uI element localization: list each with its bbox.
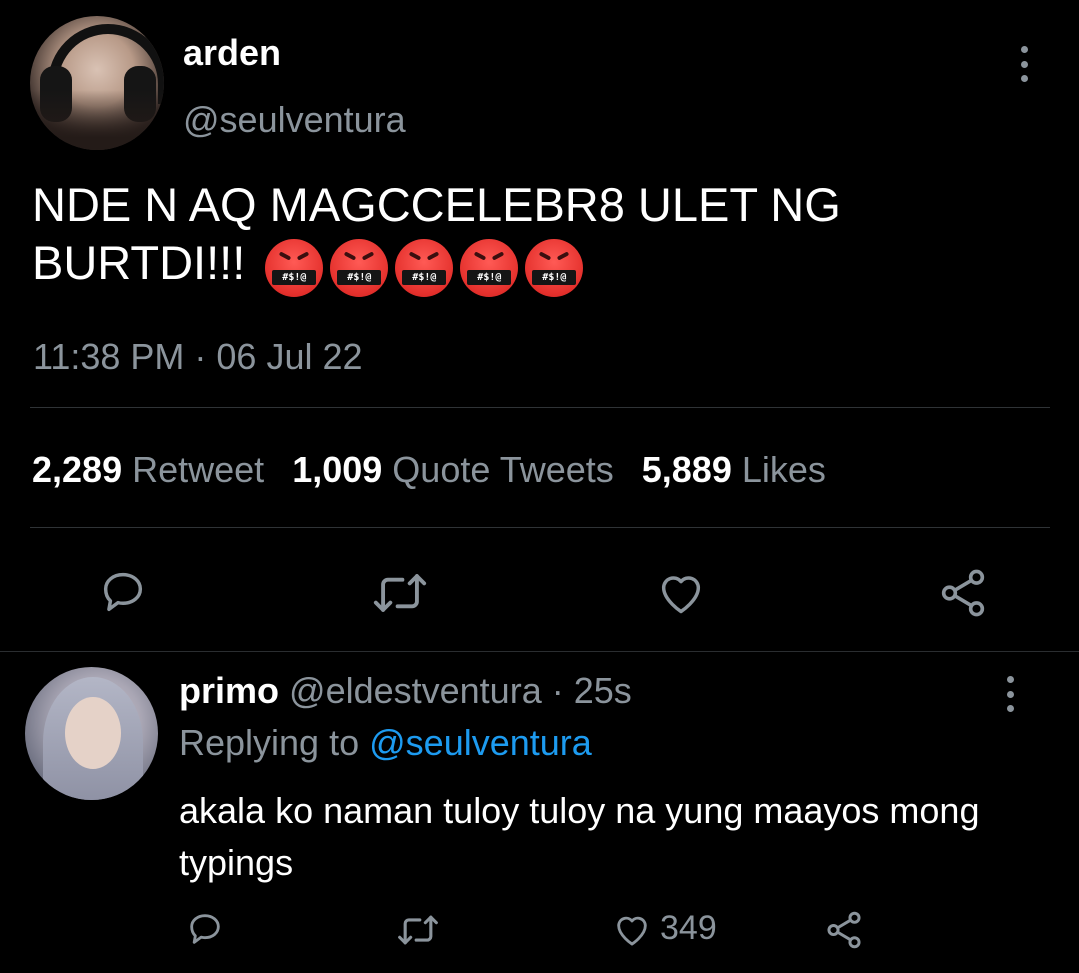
reply-separator: · [551,670,564,711]
tweet-timestamp[interactable]: 11:38 PM · 06 Jul 22 [33,336,363,378]
divider [30,407,1050,408]
reply-more-options-icon[interactable] [1005,676,1015,712]
emoji-symbols: #$!@ [402,270,447,286]
divider [0,651,1079,652]
reply-time[interactable]: 25s [574,670,632,711]
reply-display-name[interactable]: primo [179,670,279,711]
reply-text: akala ko naman tuloy tuloy na yung maayo… [179,790,980,883]
replying-to: Replying to @seulventura [179,722,592,763]
angry-face-emoji: #$!@ [460,239,519,298]
angry-face-emoji: #$!@ [525,239,584,298]
emoji-symbols: #$!@ [532,270,577,286]
reply-icon[interactable] [97,566,149,618]
retweet-stat[interactable]: 2,289 Retweet [32,449,264,490]
share-icon[interactable] [823,909,865,951]
tweet-text: NDE N AQ MAGCCELEBR8 ULET NG BURTDI!!! #… [32,176,992,298]
tweet-stats: 2,289 Retweet 1,009 Quote Tweets 5,889 Lik… [32,449,826,491]
angry-face-emoji: #$!@ [395,239,454,298]
angry-face-emoji: #$!@ [330,239,389,298]
like-icon[interactable] [655,567,707,617]
emoji-symbols: #$!@ [272,270,317,286]
retweet-icon[interactable] [371,568,429,618]
like-icon [617,916,647,945]
reply-handle[interactable]: @eldestventura [289,670,542,711]
emoji-symbols: #$!@ [337,270,382,286]
reply-icon[interactable] [185,909,225,949]
more-options-icon[interactable] [1019,46,1029,82]
like-button[interactable]: 349 [612,909,717,948]
emoji-symbols: #$!@ [467,270,512,286]
likes-stat[interactable]: 5,889 Likes [642,449,826,490]
author-handle[interactable]: @seulventura [183,99,406,141]
like-count: 349 [660,909,717,947]
angry-emoji-group: #$!@ #$!@ #$!@ #$!@ #$!@ [258,236,584,298]
avatar[interactable] [30,16,164,150]
share-icon[interactable] [936,566,990,620]
author-display-name[interactable]: arden [183,32,281,74]
reply-header: primo @eldestventura · 25s [179,670,632,712]
retweet-icon[interactable] [396,911,440,949]
replying-to-mention[interactable]: @seulventura [369,722,592,763]
reply-avatar[interactable] [25,667,158,800]
angry-face-emoji: #$!@ [265,239,324,298]
divider [30,527,1050,528]
quote-tweets-stat[interactable]: 1,009 Quote Tweets [292,449,614,490]
